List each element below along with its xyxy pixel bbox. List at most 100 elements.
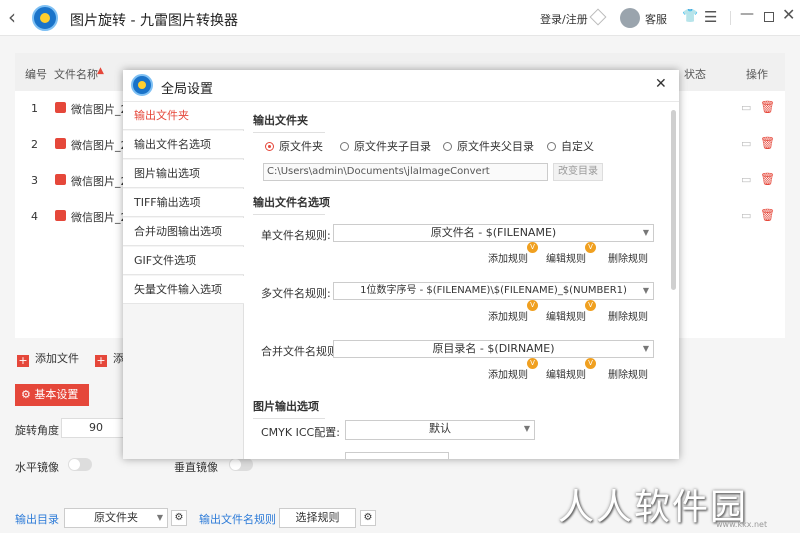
vip-badge-icon: V [527, 300, 538, 311]
merge-rule-label: 合并文件名规则: [261, 345, 342, 358]
sidebar-item-tiff-output[interactable]: TIFF输出选项 [123, 189, 244, 217]
delete-rule-button[interactable]: 删除规则 [608, 250, 648, 265]
title-bar: ‹ 图片旋转 - 九雷图片转换器 登录/注册 客服 👕 ☰ — ✕ [0, 0, 800, 36]
folder-icon[interactable]: ▭ [741, 137, 751, 150]
sidebar-item-output-folder[interactable]: 输出文件夹 [123, 102, 244, 130]
radio-parent-folder[interactable]: 原文件夹父目录 [443, 138, 534, 154]
plus-icon: + [95, 354, 107, 367]
delete-icon[interactable]: 🗑 [760, 136, 775, 150]
dialog-title: 全局设置 [161, 82, 214, 97]
radio-subfolder[interactable]: 原文件夹子目录 [340, 138, 431, 154]
add-rule-button[interactable]: 添加规则 [488, 308, 528, 323]
minimize-icon[interactable]: — [740, 6, 754, 22]
delete-rule-button[interactable]: 删除规则 [608, 366, 648, 381]
watermark-url: www.kkx.net [716, 520, 768, 529]
sort-icon[interactable]: ▲ [97, 66, 104, 76]
change-dir-button[interactable]: 改变目录 [553, 163, 603, 181]
rotate-input[interactable]: 90 [61, 418, 131, 438]
output-dir-select[interactable]: 原文件夹 ▼ [64, 508, 168, 528]
radio-checked-icon [265, 142, 274, 151]
output-dir-settings-icon[interactable]: ⚙ [171, 510, 187, 526]
edit-rule-button[interactable]: 编辑规则 [546, 250, 586, 265]
merge-rule-select[interactable]: 原目录名 - $(DIRNAME) ▼ [333, 340, 654, 358]
app-window: ‹ 图片旋转 - 九雷图片转换器 登录/注册 客服 👕 ☰ — ✕ 编号 文件名… [0, 0, 800, 533]
settings-sidebar: 输出文件夹 输出文件名选项 图片输出选项 TIFF输出选项 合并动图输出选项 G… [123, 102, 244, 459]
image-file-icon [55, 174, 66, 185]
radio-label: 原文件夹父目录 [457, 140, 534, 153]
radio-icon [443, 142, 452, 151]
edit-rule-button[interactable]: 编辑规则 [546, 366, 586, 381]
maximize-icon[interactable] [764, 12, 774, 22]
close-icon[interactable]: ✕ [655, 76, 667, 92]
sidebar-item-filename-options[interactable]: 输出文件名选项 [123, 131, 244, 159]
sidebar-item-gif-options[interactable]: GIF文件选项 [123, 247, 244, 275]
radio-custom[interactable]: 自定义 [547, 138, 594, 154]
folder-icon[interactable]: ▭ [741, 173, 751, 186]
global-settings-dialog: 全局设置 ✕ 输出文件夹 输出文件名选项 图片输出选项 TIFF输出选项 合并动… [123, 70, 679, 459]
menu-icon[interactable]: ☰ [704, 8, 717, 26]
app-logo [32, 5, 58, 31]
skin-icon[interactable]: 👕 [682, 9, 698, 24]
merge-rule-value: 原目录名 - $(DIRNAME) [432, 342, 555, 355]
output-name-label: 输出文件名规则 [199, 513, 276, 526]
settings-content: 输出文件夹 原文件夹 原文件夹子目录 原文件夹父目录 自定义 C:\Users\… [245, 102, 671, 459]
add-folder-button[interactable]: + 添 [95, 350, 124, 367]
single-rule-select[interactable]: 原文件名 - $(FILENAME) ▼ [333, 224, 654, 242]
close-icon[interactable]: ✕ [782, 5, 795, 24]
add-rule-button[interactable]: 添加规则 [488, 250, 528, 265]
image-file-icon [55, 138, 66, 149]
multi-rule-select[interactable]: 1位数字序号 - $(FILENAME)\$(FILENAME)_$(NUMBE… [333, 282, 654, 300]
add-file-button[interactable]: + 添加文件 [17, 350, 79, 367]
radio-icon [340, 142, 349, 151]
add-file-label: 添加文件 [35, 352, 79, 365]
rule-settings-icon[interactable]: ⚙ [360, 510, 376, 526]
folder-icon[interactable]: ▭ [741, 101, 751, 114]
cmyk-value: 默认 [429, 422, 451, 435]
add-rule-button[interactable]: 添加规则 [488, 366, 528, 381]
chevron-down-icon: ▼ [156, 513, 163, 522]
row-number: 3 [31, 174, 38, 187]
vmirror-toggle[interactable] [229, 458, 253, 471]
sidebar-item-merge-animation[interactable]: 合并动图输出选项 [123, 218, 244, 246]
cmyk-select[interactable]: 默认 ▼ [345, 420, 535, 440]
output-dir-value: 原文件夹 [94, 511, 138, 524]
dialog-header: 全局设置 ✕ [123, 70, 679, 102]
login-link[interactable]: 登录/注册 [540, 11, 588, 27]
sidebar-item-image-output[interactable]: 图片输出选项 [123, 160, 244, 188]
service-avatar-icon[interactable] [620, 8, 640, 28]
delete-icon[interactable]: 🗑 [760, 208, 775, 222]
choose-rule-button[interactable]: 选择规则 [279, 508, 356, 528]
radio-icon [547, 142, 556, 151]
col-filename[interactable]: 文件名称 [54, 66, 98, 82]
chevron-down-icon: ▼ [642, 228, 649, 237]
edit-rule-button[interactable]: 编辑规则 [546, 308, 586, 323]
delete-icon[interactable]: 🗑 [760, 100, 775, 114]
radio-label: 原文件夹 [279, 140, 323, 153]
sidebar-item-vector-input[interactable]: 矢量文件输入选项 [123, 276, 244, 304]
hmirror-toggle[interactable] [68, 458, 92, 471]
service-link[interactable]: 客服 [645, 11, 667, 27]
cmyk-label: CMYK ICC配置: [261, 426, 340, 439]
basic-settings-button[interactable]: ⚙ 基本设置 [15, 384, 89, 406]
radio-label: 原文件夹子目录 [354, 140, 431, 153]
col-status: 状态 [684, 68, 706, 81]
vip-badge-icon: V [527, 358, 538, 369]
folder-icon[interactable]: ▭ [741, 209, 751, 222]
basic-settings-label: 基本设置 [34, 388, 79, 401]
delete-rule-button[interactable]: 删除规则 [608, 308, 648, 323]
next-select-partial[interactable] [345, 452, 449, 459]
image-file-icon [55, 102, 66, 113]
dialog-scrollbar[interactable] [671, 110, 676, 290]
col-actions: 操作 [746, 68, 768, 81]
chevron-down-icon: ▼ [523, 424, 530, 433]
vip-icon[interactable] [589, 8, 607, 26]
radio-original-folder[interactable]: 原文件夹 [265, 138, 323, 154]
single-rule-label: 单文件名规则: [261, 229, 331, 242]
vip-badge-icon: V [585, 300, 596, 311]
vip-badge-icon: V [585, 242, 596, 253]
divider [730, 11, 731, 25]
back-icon[interactable]: ‹ [8, 7, 16, 27]
section-output-folder: 输出文件夹 [253, 114, 325, 133]
output-path-input[interactable]: C:\Users\admin\Documents\jlaImageConvert [263, 163, 548, 181]
delete-icon[interactable]: 🗑 [760, 172, 775, 186]
